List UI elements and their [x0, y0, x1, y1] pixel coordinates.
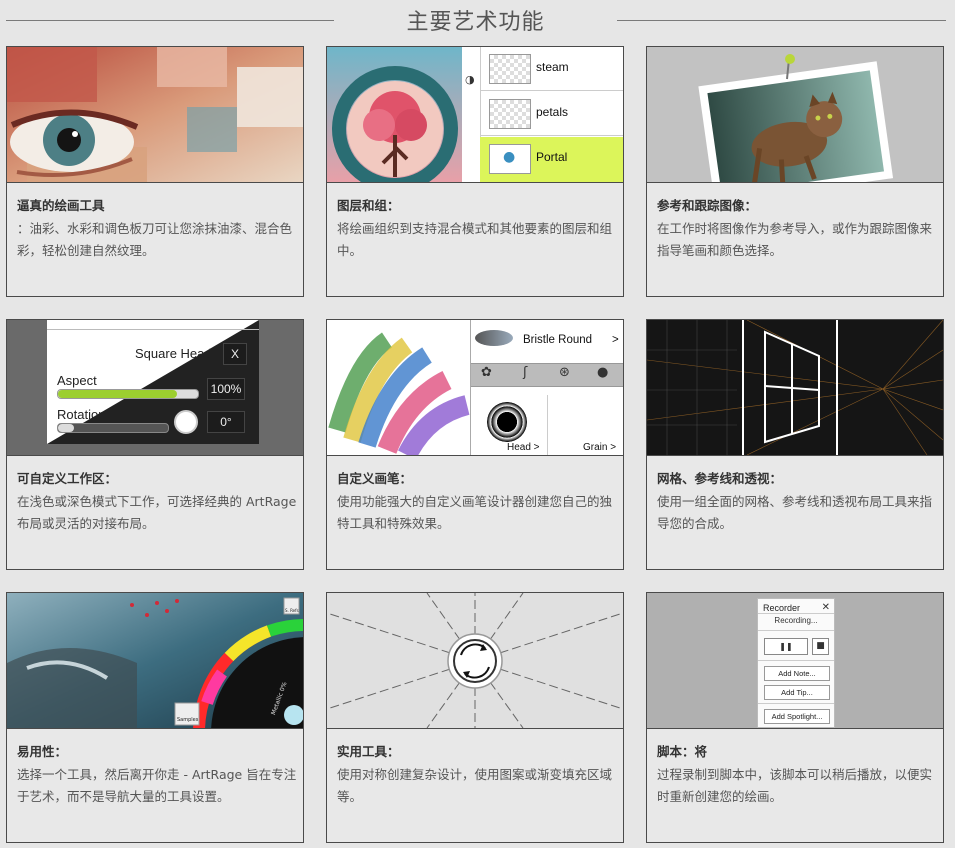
layer-name: Portal [536, 150, 568, 164]
layer-visibility-bar: ◑ [462, 47, 481, 182]
samples-label[interactable]: Samples [177, 717, 198, 723]
grain-tab-icon[interactable]: ● [597, 365, 608, 380]
aspect-label: Aspect [57, 373, 97, 388]
feature-card-ease-of-use: Samples Metallic 0% S. Refs 易用性： 选择一个工具，… [6, 592, 304, 843]
feature-card-reference: 参考和跟踪图像： 在工作时将图像作为参考导入，或作为跟踪图像来指导笔画和颜色选择… [646, 46, 944, 297]
feature-card-grids: 网格、参考线和透视： 使用一组全面的网格、参考线和透视布局工具来指导您的合成。 [646, 319, 944, 570]
symmetry-preview [327, 593, 623, 729]
card-description: 在浅色或深色模式下工作，可选择经典的 ArtRage 布局或灵活的对接布局。 [17, 494, 297, 531]
card-description: 过程录制到脚本中，该脚本可以稍后播放，以便实时重新创建您的绘画。 [657, 767, 933, 804]
layer-name: steam [536, 60, 569, 74]
section-header: 主要艺术功能 [0, 0, 955, 40]
layer-item[interactable]: steam [480, 47, 623, 91]
brush-name[interactable]: Bristle Round [523, 334, 592, 346]
add-tip-button[interactable]: Add Tip... [764, 685, 830, 700]
rotation-slider[interactable] [57, 423, 169, 433]
aspect-value[interactable]: 100% [207, 378, 245, 400]
color-tab-icon[interactable]: ⊛ [559, 365, 570, 380]
workspace-preview: Square Head X Aspect 100% Rotation 0° [7, 320, 303, 456]
layers-preview: ◑ steam petals ● Portal [327, 47, 623, 183]
swatch-label[interactable]: S. Refs [285, 608, 299, 613]
card-description: 将绘画组织到支持混合模式和其他要素的图层和组中。 [337, 221, 613, 258]
header-divider-right [617, 20, 946, 21]
feature-card-layers: ◑ steam petals ● Portal 图层和组： 将绘画组织到支持混合… [326, 46, 624, 297]
rotation-label: Rotation [57, 407, 106, 422]
card-description: 使用对称创建复杂设计，使用图案或渐变填充区域等。 [337, 767, 613, 804]
header-divider-left [6, 20, 334, 21]
head-tab-icon[interactable]: ✿ [481, 365, 492, 380]
rotation-value[interactable]: 0° [207, 411, 245, 433]
close-button[interactable]: X [223, 343, 247, 365]
layer-thumbnail: ● [489, 144, 531, 174]
card-title: 参考和跟踪图像： [657, 198, 758, 213]
brush-name: Square Head [135, 346, 212, 361]
card-description: 使用一组全面的网格、参考线和透视布局工具来指导您的合成。 [657, 494, 933, 531]
recording-status: Recording... [774, 616, 818, 625]
feature-card-painting-tools: 逼真的绘画工具 ：油彩、水彩和调色板刀可让您涂抹油漆、混合色彩，轻松创建自然纹理… [6, 46, 304, 297]
brush-settings-panel: Square Head X Aspect 100% Rotation 0° [47, 320, 259, 444]
card-title: 实用工具： [337, 744, 400, 759]
page-title: 主要艺术功能 [406, 10, 545, 35]
layer-item[interactable]: petals [480, 92, 623, 136]
painting-eye-image [7, 47, 303, 183]
card-description: 在工作时将图像作为参考导入，或作为跟踪图像来指导笔画和颜色选择。 [657, 221, 933, 258]
pause-button[interactable]: ❚❚ [764, 638, 808, 655]
card-description: 选择一个工具，然后离开你走 - ArtRage 旨在专注于艺术，而不是导航大量的… [17, 767, 297, 804]
feature-card-custom-brush: Bristle Round > ✿ ʃ ⊛ ● Head > Grain > 自… [326, 319, 624, 570]
color-picker-preview: Samples Metallic 0% S. Refs [7, 593, 303, 729]
recorder-panel: Recorder ✕ Recording... ❚❚ ■ Add Note...… [757, 598, 835, 728]
perspective-grid-preview [647, 320, 943, 456]
add-note-button[interactable]: Add Note... [764, 666, 830, 681]
card-title: 易用性： [17, 744, 68, 759]
layers-panel: ◑ steam petals ● Portal [462, 47, 623, 182]
card-title: 逼真的绘画工具 [17, 198, 105, 213]
head-label[interactable]: Head > [507, 442, 540, 453]
symmetry-icon[interactable] [453, 639, 497, 683]
grain-label[interactable]: Grain > [583, 442, 616, 453]
card-description: ：油彩、水彩和调色板刀可让您涂抹油漆、混合色彩，轻松创建自然纹理。 [17, 221, 293, 258]
card-title: 脚本：将 [657, 744, 708, 759]
feature-card-utilities: 实用工具： 使用对称创建复杂设计，使用图案或渐变填充区域等。 [326, 592, 624, 843]
brush-arrow[interactable]: > [612, 334, 619, 346]
layer-name: petals [536, 105, 569, 119]
layer-thumbnail [489, 99, 531, 129]
stop-button[interactable]: ■ [812, 638, 829, 655]
reference-image-preview [647, 47, 943, 183]
recorder-title: Recorder [763, 603, 801, 613]
card-description: 使用功能强大的自定义画笔设计器创建您自己的独特工具和特殊效果。 [337, 494, 613, 531]
custom-brush-preview: Bristle Round > ✿ ʃ ⊛ ● Head > Grain > [327, 320, 623, 456]
add-spotlight-button[interactable]: Add Spotlight... [764, 709, 830, 724]
recorder-preview: Recorder ✕ Recording... ❚❚ ■ Add Note...… [647, 593, 943, 729]
brush-designer-panel: Bristle Round > ✿ ʃ ⊛ ● Head > Grain > [470, 320, 623, 455]
card-title: 图层和组： [337, 198, 400, 213]
pin-icon [785, 54, 795, 64]
layer-thumbnail [489, 54, 531, 84]
aspect-slider-fill [58, 390, 177, 398]
feature-card-workspace: Square Head X Aspect 100% Rotation 0° 可自… [6, 319, 304, 570]
card-title: 可自定义工作区： [17, 471, 118, 486]
rotation-dial[interactable] [174, 410, 198, 434]
aspect-slider[interactable] [57, 389, 199, 399]
card-title: 自定义画笔： [337, 471, 413, 486]
portal-thumb-icon: ● [503, 149, 516, 165]
feature-card-scripts: Recorder ✕ Recording... ❚❚ ■ Add Note...… [646, 592, 944, 843]
bristle-stroke-icon [475, 330, 513, 346]
close-icon[interactable]: ✕ [822, 602, 830, 613]
blend-mode-icon[interactable]: ◑ [465, 73, 475, 86]
layer-item-selected[interactable]: ● Portal [480, 137, 623, 182]
card-title: 网格、参考线和透视： [657, 471, 783, 486]
stroke-tab-icon[interactable]: ʃ [523, 365, 527, 380]
head-shape-icon [487, 402, 527, 442]
